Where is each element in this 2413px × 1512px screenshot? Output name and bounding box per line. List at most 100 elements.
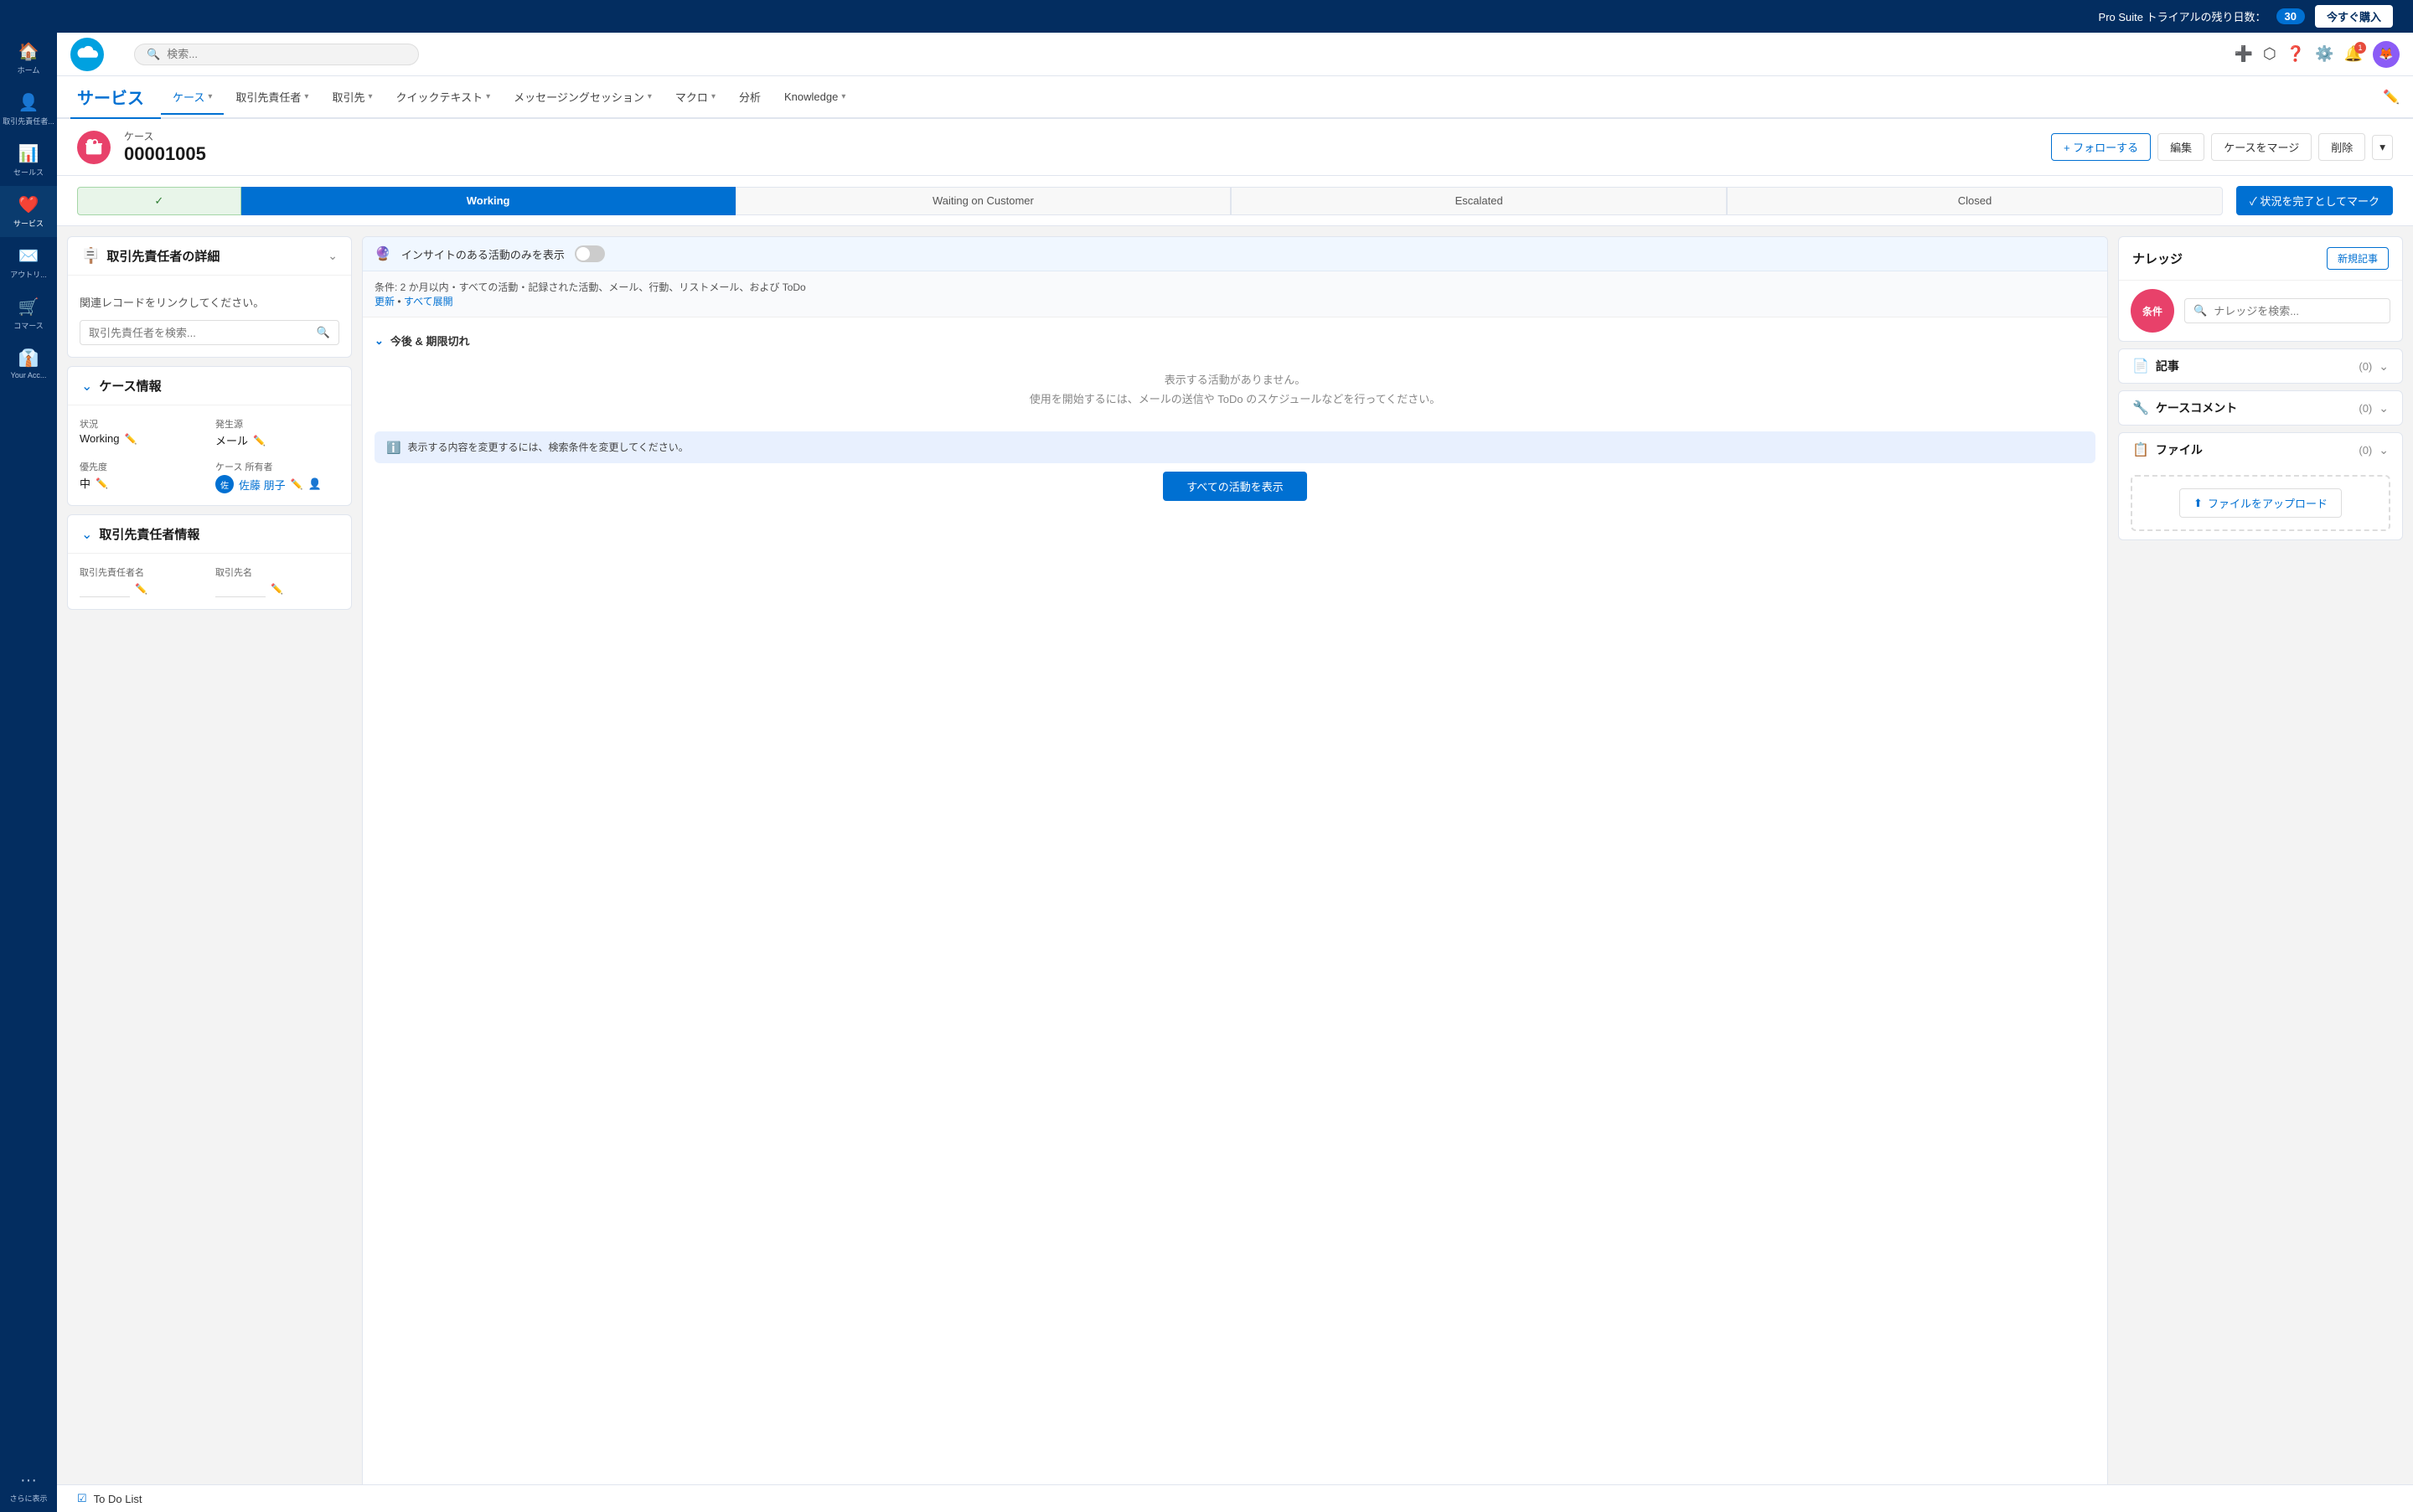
account-name-edit-icon[interactable]: ✏️ [271,583,283,595]
nav-item-analytics[interactable]: 分析 [727,80,772,113]
case-number: 00001005 [124,143,206,165]
status-step-check[interactable]: ✓ [77,187,241,215]
nav-accounts-chevron: ▾ [368,92,372,101]
sidebar-label-home: ホーム [18,65,40,75]
home-icon: 🏠 [18,41,39,62]
case-comments-chevron[interactable]: ⌄ [2379,401,2389,415]
nav-quicktext-label: クイックテキスト [395,89,483,105]
file-upload-button[interactable]: ⬆ ファイルをアップロード [2179,488,2342,518]
contact-info-header[interactable]: ⌄ 取引先責任者情報 [68,515,351,554]
activity-section: ⌄ 今後 & 期限切れ 表示する活動がありません。 使用を開始するには、メールの… [363,317,2107,425]
sidebar-item-more[interactable]: ··· さらに表示 [0,1463,57,1512]
activity-section-header[interactable]: ⌄ 今後 & 期限切れ [375,326,2095,355]
service-icon: ❤️ [18,194,39,215]
files-header[interactable]: 📋 ファイル (0) ⌄ [2119,433,2402,467]
contact-search-box[interactable]: 🔍 [80,320,339,345]
working-label: Working [467,194,510,207]
status-step-escalated[interactable]: Escalated [1231,187,1727,215]
status-field: 状況 Working ✏️ [80,417,204,448]
contact-name-edit-icon[interactable]: ✏️ [135,583,147,595]
articles-title: 記事 [2156,358,2352,374]
nav-item-contacts[interactable]: 取引先責任者 ▾ [224,80,320,113]
owner-value[interactable]: 佐藤 朋子 [239,477,286,493]
nav-service-label[interactable]: サービス [70,76,161,119]
case-label: ケース [124,129,206,143]
nav-messaging-chevron: ▾ [648,92,652,101]
sidebar-label-sales: セールス [13,167,44,178]
show-all-activities-button[interactable]: すべての活動を表示 [1163,472,1307,501]
status-step-working[interactable]: Working [241,187,736,215]
articles-chevron[interactable]: ⌄ [2379,359,2389,374]
info-icon: ℹ️ [386,441,400,455]
filter-text: 条件: 2 か月以内・すべての活動・記録された活動、メール、行動、リストメール、… [375,281,806,293]
owner-change-icon[interactable]: 👤 [308,477,322,491]
nav-item-knowledge[interactable]: Knowledge ▾ [772,82,857,111]
update-filter-link[interactable]: 更新 [375,296,395,307]
knowledge-search-box[interactable]: 🔍 [2184,298,2390,323]
status-edit-icon[interactable]: ✏️ [124,433,137,445]
follow-button[interactable]: + フォローする [2051,133,2151,161]
delete-button[interactable]: 削除 [2318,133,2365,161]
source-value-row: メール ✏️ [215,432,339,448]
sidebar-item-outreach[interactable]: ✉️ アウトリ... [0,237,57,288]
todo-bar: ☑ To Do List [57,1484,2413,1512]
trial-buy-button[interactable]: 今すぐ購入 [2315,5,2393,28]
new-article-button[interactable]: 新規記事 [2327,247,2389,270]
nav-messaging-label: メッセージングセッション [514,89,644,105]
sidebar-item-account[interactable]: 👔 Your Acc... [0,339,57,388]
sidebar-item-contacts[interactable]: 👤 取引先責任者... [0,84,57,135]
search-bar[interactable]: 🔍 [134,44,419,65]
nav-edit-icon[interactable]: ✏️ [2383,89,2400,106]
user-avatar[interactable]: 🦊 [2373,41,2400,68]
insight-toggle-switch[interactable] [575,245,605,262]
sidebar-item-commerce[interactable]: 🛒 コマース [0,288,57,339]
edit-button[interactable]: 編集 [2157,133,2204,161]
nav-item-accounts[interactable]: 取引先 ▾ [320,80,384,113]
nav-item-messaging[interactable]: メッセージングセッション ▾ [502,80,664,113]
case-info-header[interactable]: ⌄ ケース情報 [68,367,351,405]
file-upload-area: ⬆ ファイルをアップロード [2131,475,2390,531]
sidebar-item-service[interactable]: ❤️ サービス [0,186,57,237]
merge-button[interactable]: ケースをマージ [2211,133,2312,161]
status-step-waiting[interactable]: Waiting on Customer [736,187,1232,215]
status-step-closed[interactable]: Closed [1727,187,2223,215]
notifications-icon[interactable]: 🔔 1 [2344,45,2363,63]
case-comments-panel: 🔧 ケースコメント (0) ⌄ [2118,390,2403,426]
owner-edit-icon[interactable]: ✏️ [291,478,303,490]
add-icon[interactable]: ➕ [2235,45,2253,63]
contact-panel-chevron[interactable]: ⌄ [328,249,338,263]
expand-all-link[interactable]: すべて展開 [404,296,453,307]
help-icon[interactable]: ❓ [2286,45,2305,63]
content-area: ケース 00001005 + フォローする 編集 ケースをマージ 削除 ▾ ✓ [57,119,2413,1512]
nav-cases-chevron: ▾ [208,92,212,101]
contact-search-icon: 🔍 [317,326,330,339]
articles-header[interactable]: 📄 記事 (0) ⌄ [2119,349,2402,383]
contact-panel-header[interactable]: 🪧 取引先責任者の詳細 ⌄ [68,237,351,276]
account-name-label: 取引先名 [215,565,339,579]
case-comments-header[interactable]: 🔧 ケースコメント (0) ⌄ [2119,391,2402,425]
sidebar-item-home[interactable]: 🏠 ホーム [0,33,57,84]
nav-analytics-label: 分析 [739,89,761,105]
contact-search-input[interactable] [89,327,310,339]
nav-knowledge-label: Knowledge [784,90,838,103]
nav-accounts-label: 取引先 [332,89,364,105]
case-title-area: ケース 00001005 [124,129,206,165]
priority-field: 優先度 中 ✏️ [80,460,204,493]
files-chevron[interactable]: ⌄ [2379,443,2389,457]
source-value: メール [215,432,248,448]
case-info-body: 状況 Working ✏️ 発生源 メール [68,405,351,505]
nav-item-quicktext[interactable]: クイックテキスト ▾ [384,80,502,113]
priority-edit-icon[interactable]: ✏️ [96,477,108,489]
complete-status-button[interactable]: ✓ 状況を完了としてマーク [2236,186,2393,215]
knowledge-search-input[interactable] [2214,305,2381,317]
sidebar-item-sales[interactable]: 📊 セールス [0,135,57,186]
settings-icon[interactable]: ⚙️ [2315,45,2333,63]
source-edit-icon[interactable]: ✏️ [253,435,266,446]
app-launcher-icon[interactable]: ⬡ [2263,45,2276,63]
contact-name-value-row: ✏️ [80,581,204,597]
nav-item-macro[interactable]: マクロ ▾ [664,80,727,113]
more-actions-button[interactable]: ▾ [2372,135,2393,160]
nav-item-cases[interactable]: ケース ▾ [161,80,224,115]
search-input[interactable] [167,48,406,60]
empty-line2: 使用を開始するには、メールの送信や ToDo のスケジュールなどを行ってください… [375,390,2095,409]
